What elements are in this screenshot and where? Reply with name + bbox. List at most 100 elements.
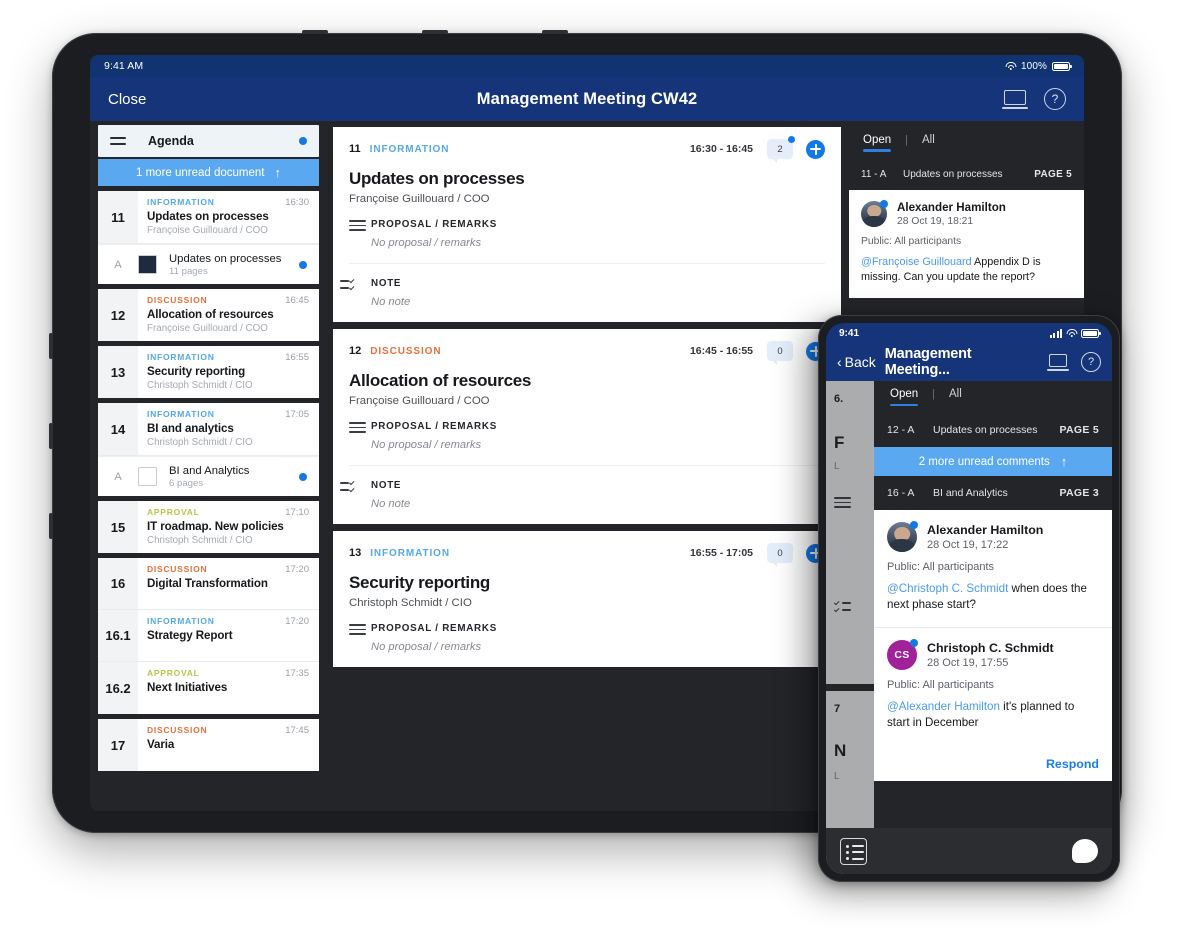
agenda-item-number: 12 (98, 289, 138, 341)
share-screen-icon[interactable] (1047, 353, 1069, 371)
comment-reference-page: PAGE 5 (1034, 169, 1072, 180)
phone-comment-mention[interactable]: @Alexander Hamilton (887, 700, 1000, 713)
phone-ref-page-mid: PAGE 3 (1059, 487, 1099, 499)
agenda-header[interactable]: Agenda (98, 125, 319, 157)
card-owner: Christoph Schmidt / CIO (349, 597, 472, 609)
phone-comment-reference-mid[interactable]: 16 - A BI and Analytics PAGE 3 (874, 476, 1112, 510)
agenda-item-title: Allocation of resources (147, 308, 274, 321)
phone-tab-separator: | (932, 388, 935, 400)
comment-count-badge[interactable]: 0 (767, 341, 793, 365)
comment-count-badge[interactable]: 2 (767, 136, 795, 163)
agenda-group: 16 DISCUSSION 17:20 Digital Transformation 1… (98, 558, 319, 714)
agenda-item-time: 17:10 (285, 507, 309, 518)
hamburger-icon[interactable] (110, 136, 126, 147)
agenda-item-title: BI and analytics (147, 422, 234, 435)
phone-tab-all[interactable]: All (949, 388, 962, 406)
comment-count-badge[interactable]: 0 (767, 543, 793, 567)
card-section-value: No proposal / remarks (371, 439, 482, 451)
agenda-item-time: 17:45 (285, 725, 309, 736)
agenda-item[interactable]: 16 DISCUSSION 17:20 Digital Transformation (98, 558, 319, 610)
agenda-item-category: INFORMATION (147, 409, 215, 419)
card-section-label: NOTE (371, 278, 402, 289)
comment-author: Alexander Hamilton (897, 201, 1006, 214)
phone-tab-open[interactable]: Open (890, 388, 919, 407)
document-thumbnail-icon (138, 255, 157, 274)
phone-comment-mention[interactable]: @Christoph C. Schmidt (887, 582, 1008, 595)
agenda-item[interactable]: 16.1 INFORMATION 17:20 Strategy Report (98, 610, 319, 662)
comment-reference-name: Updates on processes (903, 169, 1003, 180)
agenda-item[interactable]: 17 DISCUSSION 17:45 Varia (98, 719, 319, 771)
agenda-card-list: 11 INFORMATION 16:30 - 16:45 2 Updates on pr… (333, 127, 841, 667)
agenda-item-number: 17 (98, 719, 138, 771)
attachment-title: Updates on processes (169, 252, 282, 265)
tablet-button-top-1 (302, 30, 328, 34)
agenda-item[interactable]: 15 APPROVAL 17:10 IT roadmap. New policies C… (98, 501, 319, 553)
add-button[interactable] (806, 139, 825, 159)
tab-open[interactable]: Open (863, 134, 892, 152)
chat-bubble-icon[interactable] (1072, 839, 1098, 863)
card-number: 12 (349, 345, 362, 357)
agenda-item[interactable]: 14 INFORMATION 17:05 BI and analytics Christ… (98, 403, 319, 456)
attachment-pages: 11 pages (169, 265, 208, 277)
comment-mention[interactable]: @Françoise Guillouard (861, 256, 972, 268)
agenda-card[interactable]: 11 INFORMATION 16:30 - 16:45 2 Updates on pr… (333, 127, 841, 322)
phone-comment-text: @Alexander Hamilton it's planned to star… (887, 699, 1099, 732)
agenda-item-category: APPROVAL (147, 507, 200, 517)
phone-comment-reference-top[interactable]: 12 - A Updates on processes PAGE 5 (874, 413, 1112, 447)
agenda-sidebar[interactable]: Agenda 1 more unread document ↑ 11 INFORM… (90, 121, 325, 811)
agenda-group: 15 APPROVAL 17:10 IT roadmap. New policies C… (98, 501, 319, 553)
unread-dot (299, 472, 307, 481)
help-circle-icon[interactable]: ? (1044, 88, 1066, 110)
tablet-button-top-3 (542, 30, 568, 34)
tab-all[interactable]: All (922, 134, 935, 152)
phone-device: 9:41 ‹ Back Management Meeting... ? 6. F… (818, 315, 1120, 882)
comment-reference[interactable]: 11 - A Updates on processes PAGE 5 (849, 158, 1084, 190)
agenda-item[interactable]: 11 INFORMATION 16:30 Updates on processes Fr… (98, 191, 319, 244)
tablet-button-side-1 (49, 333, 53, 359)
agenda-item-title: Next Initiatives (147, 681, 228, 694)
unread-documents-banner[interactable]: 1 more unread document ↑ (98, 159, 319, 186)
agenda-group: 11 INFORMATION 16:30 Updates on processes Fr… (98, 191, 319, 284)
agenda-attachment[interactable]: A BI and Analytics 6 pages (98, 456, 319, 496)
phone-ref-code-top: 12 - A (887, 424, 915, 436)
agenda-item-number: 16.2 (98, 662, 138, 714)
agenda-item[interactable]: 16.2 APPROVAL 17:35 Next Initiatives (98, 662, 319, 714)
agenda-card[interactable]: 12 DISCUSSION 16:45 - 16:55 0 Allocation of … (333, 329, 841, 524)
battery-icon (1052, 61, 1072, 71)
share-screen-icon[interactable] (1002, 89, 1028, 109)
agenda-card[interactable]: 13 INFORMATION 16:55 - 17:05 0 Security repo… (333, 531, 841, 667)
agenda-item-title: Strategy Report (147, 629, 233, 642)
phone-status-time: 9:41 (839, 327, 860, 339)
checklist-icon (340, 479, 371, 510)
phone-comment-item[interactable]: Alexander Hamilton 28 Oct 19, 17:22 Publ… (874, 510, 1112, 628)
back-button[interactable]: ‹ Back (837, 354, 876, 370)
agenda-list: 11 INFORMATION 16:30 Updates on processes Fr… (98, 191, 319, 771)
agenda-attachment[interactable]: A Updates on processes 11 pages (98, 244, 319, 284)
phone-unread-comments-banner[interactable]: 2 more unread comments ↑ (874, 447, 1112, 476)
list-view-icon[interactable] (840, 837, 867, 865)
chevron-left-icon: ‹ (837, 354, 842, 370)
tablet-button-side-3 (49, 513, 53, 539)
phone-comment-item[interactable]: CS Christoph C. Schmidt 28 Oct 19, 17:55… (874, 627, 1112, 745)
agenda-item-time: 16:45 (285, 295, 309, 306)
bg-item-num-bottom: 7 (834, 703, 841, 715)
close-button[interactable]: Close (108, 91, 146, 108)
agenda-item[interactable]: 12 DISCUSSION 16:45 Allocation of resources… (98, 289, 319, 341)
arrow-up-icon: ↑ (274, 165, 282, 180)
card-time-range: 16:30 - 16:45 (689, 143, 753, 155)
tablet-status-bar: 9:41 AM 100% (90, 55, 1084, 77)
bg-item-title-top: F (834, 433, 845, 452)
agenda-item[interactable]: 13 INFORMATION 16:55 Security reporting Chri… (98, 346, 319, 398)
card-section: NOTE No note (340, 263, 825, 322)
agenda-item-owner: Christoph Schmidt / CIO (147, 380, 253, 391)
card-number: 11 (349, 143, 361, 155)
tablet-nav-bar: Close Management Meeting CW42 ? (90, 77, 1084, 121)
comment-text: @Françoise Guillouard Appendix D is miss… (861, 255, 1072, 286)
phone-bottom-bar (826, 828, 1112, 874)
phone-ref-code-mid: 16 - A (887, 487, 915, 499)
agenda-item-time: 17:20 (285, 616, 309, 627)
help-circle-icon[interactable]: ? (1081, 352, 1101, 372)
comment-item[interactable]: Alexander Hamilton 28 Oct 19, 18:21 Publ… (849, 190, 1084, 298)
respond-button[interactable]: Respond (874, 744, 1112, 781)
agenda-item-number: 15 (98, 501, 138, 553)
